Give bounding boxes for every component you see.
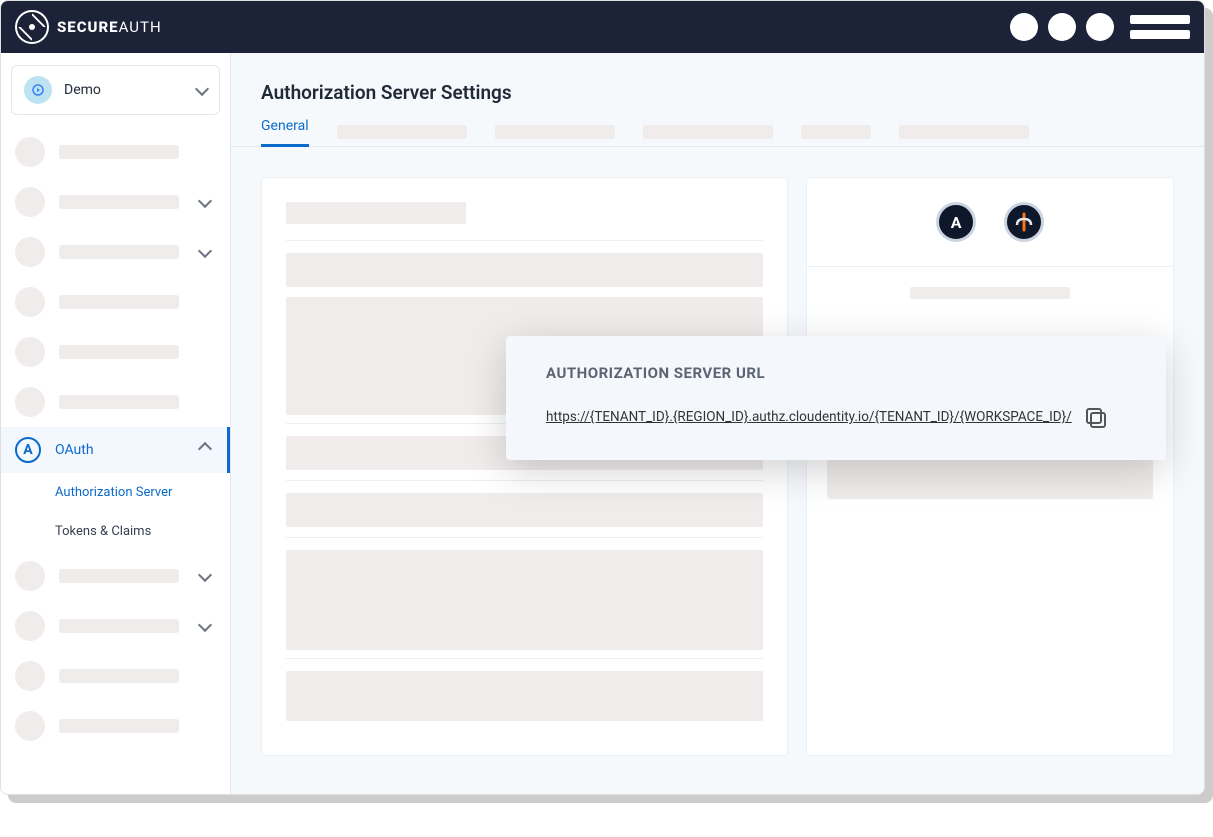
copy-icon[interactable] <box>1086 408 1104 426</box>
sidebar: Demo <box>1 53 231 794</box>
chevron-down-icon <box>200 618 210 634</box>
tab-label: General <box>261 118 309 134</box>
nav-icon-placeholder <box>15 387 45 417</box>
field-placeholder <box>286 550 763 650</box>
header-placeholder-circle[interactable] <box>1086 13 1114 41</box>
nav-icon-placeholder <box>15 287 45 317</box>
nav-icon-placeholder <box>15 187 45 217</box>
header-placeholder-bars[interactable] <box>1130 15 1190 39</box>
chevron-down-icon <box>197 82 207 98</box>
oauth-badge-icon: A <box>936 202 976 242</box>
tab-general[interactable]: General <box>261 118 309 146</box>
sidebar-item-placeholder[interactable] <box>1 701 230 751</box>
badge-letter: A <box>951 213 962 232</box>
header-placeholder-circle[interactable] <box>1048 13 1076 41</box>
sidebar-subitem-tokens-claims[interactable]: Tokens & Claims <box>1 512 230 551</box>
sidebar-item-placeholder[interactable] <box>1 327 230 377</box>
sidebar-item-oauth[interactable]: A OAuth <box>1 427 230 473</box>
field-placeholder <box>286 671 763 721</box>
card-title-placeholder <box>286 202 466 224</box>
tab-placeholder[interactable] <box>899 125 1029 139</box>
nav-label-placeholder <box>59 145 179 159</box>
nav-icon-placeholder <box>15 611 45 641</box>
nav-icon-placeholder <box>15 711 45 741</box>
brand-name-light: AUTH <box>119 18 162 36</box>
nav-label-placeholder <box>59 619 179 633</box>
info-card: A <box>806 177 1174 756</box>
authorization-url-callout: AUTHORIZATION SERVER URL https://{TENANT… <box>506 336 1166 460</box>
workspace-icon <box>24 76 52 104</box>
divider <box>286 537 763 538</box>
chevron-down-icon <box>200 568 210 584</box>
sidebar-subitem-label: Authorization Server <box>55 485 172 500</box>
brand-text: SECUREAUTH <box>57 18 162 36</box>
oauth-icon: A <box>15 437 41 463</box>
field-placeholder <box>286 493 763 527</box>
nav-label-placeholder <box>59 719 179 733</box>
sidebar-item-placeholder[interactable] <box>1 377 230 427</box>
sidebar-item-placeholder[interactable] <box>1 601 230 651</box>
nav-label-placeholder <box>59 245 179 259</box>
nav-label-placeholder <box>59 345 179 359</box>
sidebar-subitem-authorization-server[interactable]: Authorization Server <box>1 473 230 512</box>
divider <box>286 240 763 241</box>
app-shell: SECUREAUTH Demo <box>0 0 1205 795</box>
nav-icon-placeholder <box>15 661 45 691</box>
sidebar-item-placeholder[interactable] <box>1 127 230 177</box>
content-row: A <box>231 147 1204 786</box>
chevron-down-icon <box>200 194 210 210</box>
workspace-label: Demo <box>64 82 101 98</box>
nav-label-placeholder <box>59 295 179 309</box>
nav-icon-placeholder <box>15 137 45 167</box>
sidebar-subitem-label: Tokens & Claims <box>55 524 151 539</box>
chevron-down-icon <box>200 244 210 260</box>
tab-placeholder[interactable] <box>495 125 615 139</box>
nav-label-placeholder <box>59 395 179 409</box>
chevron-up-icon <box>200 442 210 458</box>
callout-url-row: https://{TENANT_ID}.{REGION_ID}.authz.cl… <box>546 408 1134 426</box>
nav-icon-placeholder <box>15 337 45 367</box>
header-placeholder-circle[interactable] <box>1010 13 1038 41</box>
sidebar-item-placeholder[interactable] <box>1 227 230 277</box>
workspace-selector[interactable]: Demo <box>11 65 220 115</box>
tab-placeholder[interactable] <box>643 125 773 139</box>
sidebar-item-placeholder[interactable] <box>1 651 230 701</box>
brand-name-bold: SECURE <box>57 18 119 36</box>
nav-icon-placeholder <box>15 237 45 267</box>
top-header: SECUREAUTH <box>1 1 1204 53</box>
brand: SECUREAUTH <box>15 10 162 44</box>
openid-badge-icon <box>1004 202 1044 242</box>
tab-placeholder[interactable] <box>801 125 871 139</box>
nav-icon-placeholder <box>15 561 45 591</box>
tab-placeholder[interactable] <box>337 125 467 139</box>
tabs: General <box>231 104 1204 147</box>
authorization-server-url: https://{TENANT_ID}.{REGION_ID}.authz.cl… <box>546 409 1072 425</box>
divider <box>286 658 763 659</box>
sidebar-item-label: OAuth <box>55 442 94 458</box>
nav-label-placeholder <box>59 195 179 209</box>
info-label-placeholder <box>910 287 1070 299</box>
field-placeholder <box>286 253 763 287</box>
callout-title: AUTHORIZATION SERVER URL <box>546 364 1134 382</box>
sidebar-item-placeholder[interactable] <box>1 277 230 327</box>
brand-logo-icon <box>15 10 49 44</box>
divider <box>286 480 763 481</box>
sidebar-item-placeholder[interactable] <box>1 551 230 601</box>
protocol-badges: A <box>807 178 1173 267</box>
nav-label-placeholder <box>59 669 179 683</box>
nav-label-placeholder <box>59 569 179 583</box>
header-right <box>1010 13 1190 41</box>
page-title: Authorization Server Settings <box>231 53 1204 104</box>
sidebar-item-placeholder[interactable] <box>1 177 230 227</box>
settings-card <box>261 177 788 756</box>
